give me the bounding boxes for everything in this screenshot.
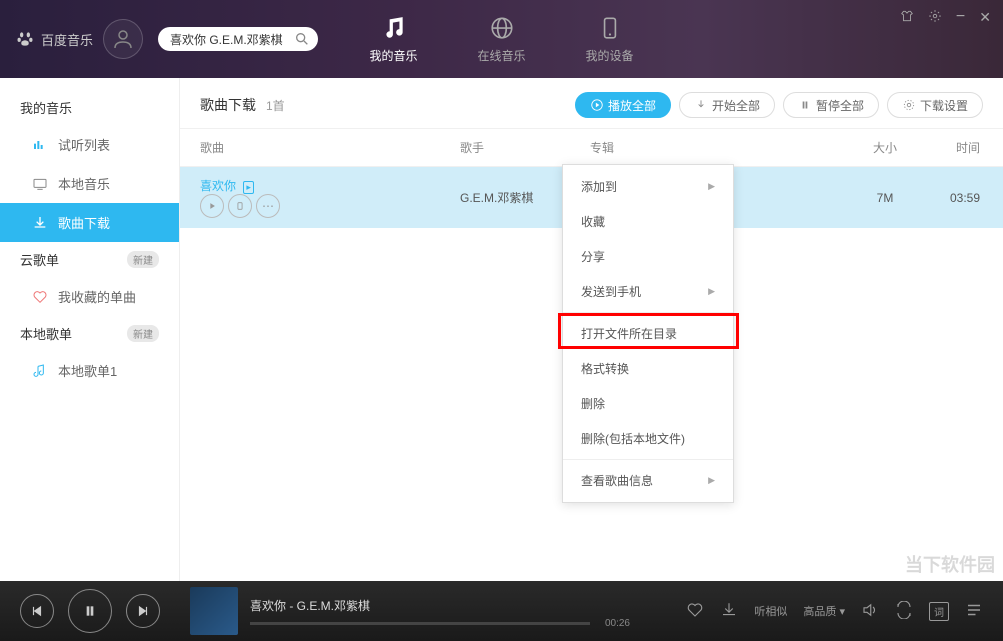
heart-icon (32, 289, 48, 305)
app-header: 百度音乐 我的音乐 在线音乐 我的设备 − ✕ (0, 0, 1003, 78)
monitor-icon (32, 176, 48, 192)
menu-divider (563, 312, 733, 313)
pause-button[interactable] (68, 589, 112, 633)
device-icon (597, 15, 623, 41)
playback-controls (20, 589, 160, 633)
sidebar-group-cloud: 云歌单新建 (0, 242, 179, 277)
playlist-button[interactable] (965, 601, 983, 622)
table-header: 歌曲 歌手 专辑 大小 时间 (180, 128, 1003, 167)
context-menu: 添加到▶ 收藏 分享 发送到手机▶ 打开文件所在目录 格式转换 删除 删除(包括… (562, 164, 734, 503)
menu-song-info[interactable]: 查看歌曲信息▶ (563, 463, 733, 498)
sidebar: 我的音乐 试听列表 本地音乐 歌曲下载 云歌单新建 我收藏的单曲 本地歌单新建 … (0, 78, 180, 581)
cell-time: 03:59 (920, 191, 980, 205)
play-all-button[interactable]: 播放全部 (575, 92, 671, 118)
baidu-logo-icon (15, 29, 35, 49)
start-all-button[interactable]: 开始全部 (679, 92, 775, 118)
progress-bar[interactable]: 00:26 (250, 622, 590, 625)
row-device-button[interactable] (228, 194, 252, 218)
cell-size: 7M (850, 191, 920, 205)
menu-delete[interactable]: 删除 (563, 386, 733, 421)
col-size: 大小 (850, 139, 920, 156)
app-logo: 百度音乐 (15, 29, 93, 49)
pause-all-button[interactable]: 暂停全部 (783, 92, 879, 118)
menu-divider (563, 459, 733, 460)
track-info: 喜欢你 - G.E.M.邓紫棋 00:26 (250, 597, 686, 625)
user-avatar[interactable] (103, 19, 143, 59)
page-count: 1首 (266, 97, 285, 114)
settings-icon[interactable] (928, 9, 942, 26)
sidebar-group-my-music: 我的音乐 (0, 90, 179, 125)
minimize-icon[interactable]: − (956, 8, 965, 26)
download-icon (32, 215, 48, 231)
chevron-right-icon: ▶ (708, 181, 715, 192)
skin-icon[interactable] (900, 9, 914, 26)
quality-button[interactable]: 高品质 ▾ (803, 603, 845, 619)
col-album: 专辑 (590, 139, 850, 156)
page-title: 歌曲下载 (200, 95, 256, 115)
sidebar-item-local-playlist-1[interactable]: 本地歌单1 (0, 351, 179, 390)
album-art[interactable] (190, 587, 238, 635)
loop-button[interactable] (895, 601, 913, 622)
sidebar-item-preview-list[interactable]: 试听列表 (0, 125, 179, 164)
new-local-playlist-button[interactable]: 新建 (127, 325, 159, 342)
player-right-controls: 听相似 高品质 ▾ 词 (686, 601, 983, 622)
prev-button[interactable] (20, 594, 54, 628)
col-time: 时间 (920, 139, 980, 156)
nav-online-music[interactable]: 在线音乐 (477, 15, 525, 64)
nav-tabs: 我的音乐 在线音乐 我的设备 (369, 15, 633, 64)
col-song: 歌曲 (200, 139, 460, 156)
col-artist: 歌手 (460, 139, 590, 156)
menu-send-to-phone[interactable]: 发送到手机▶ (563, 274, 733, 309)
note-icon (32, 363, 48, 379)
bars-icon (32, 137, 48, 153)
similar-button[interactable]: 听相似 (754, 603, 787, 619)
download-small-icon (694, 98, 708, 112)
user-icon (111, 27, 135, 51)
player-bar: 喜欢你 - G.E.M.邓紫棋 00:26 听相似 高品质 ▾ 词 (0, 581, 1003, 641)
window-controls: − ✕ (900, 8, 991, 26)
new-playlist-button[interactable]: 新建 (127, 251, 159, 268)
menu-share[interactable]: 分享 (563, 239, 733, 274)
app-name: 百度音乐 (41, 30, 93, 49)
row-more-button[interactable]: ⋯ (256, 194, 280, 218)
chevron-right-icon: ▶ (708, 475, 715, 486)
menu-convert[interactable]: 格式转换 (563, 351, 733, 386)
gear-small-icon (902, 98, 916, 112)
pause-small-icon (798, 98, 812, 112)
chevron-right-icon: ▶ (708, 286, 715, 297)
menu-add-to[interactable]: 添加到▶ (563, 169, 733, 204)
sidebar-item-local-music[interactable]: 本地音乐 (0, 164, 179, 203)
close-icon[interactable]: ✕ (979, 9, 991, 26)
search-icon[interactable] (294, 31, 310, 47)
sidebar-item-favorites[interactable]: 我收藏的单曲 (0, 277, 179, 316)
menu-delete-with-file[interactable]: 删除(包括本地文件) (563, 421, 733, 456)
nav-my-music[interactable]: 我的音乐 (369, 15, 417, 64)
download-button[interactable] (720, 601, 738, 622)
row-play-button[interactable] (200, 194, 224, 218)
music-note-icon (380, 15, 406, 41)
time-display: 00:26 (605, 618, 630, 629)
globe-icon (488, 15, 514, 41)
menu-open-folder[interactable]: 打开文件所在目录 (563, 316, 733, 351)
page-header: 歌曲下载 1首 播放全部 开始全部 暂停全部 下载设置 (180, 78, 1003, 128)
sidebar-group-local-playlist: 本地歌单新建 (0, 316, 179, 351)
volume-button[interactable] (861, 601, 879, 622)
favorite-button[interactable] (686, 601, 704, 622)
track-title: 喜欢你 - G.E.M.邓紫棋 (250, 597, 686, 614)
menu-favorite[interactable]: 收藏 (563, 204, 733, 239)
download-settings-button[interactable]: 下载设置 (887, 92, 983, 118)
sidebar-item-downloads[interactable]: 歌曲下载 (0, 203, 179, 242)
mv-badge[interactable]: ▸ (243, 181, 254, 194)
lyrics-button[interactable]: 词 (929, 602, 949, 621)
search-box (158, 27, 318, 51)
next-button[interactable] (126, 594, 160, 628)
cell-song: 喜欢你 ▸ ⋯ (200, 177, 460, 218)
nav-my-devices[interactable]: 我的设备 (586, 15, 634, 64)
play-circle-icon (590, 98, 604, 112)
